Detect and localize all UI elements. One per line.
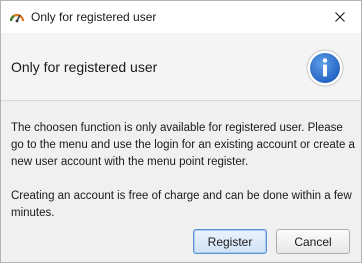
- message-paragraph: The choosen function is only available f…: [11, 122, 355, 168]
- dialog-heading: Only for registered user: [11, 59, 158, 75]
- message-text: The choosen function is only available f…: [11, 120, 356, 222]
- cancel-button[interactable]: Cancel: [276, 229, 350, 254]
- dialog-body: The choosen function is only available f…: [1, 102, 361, 262]
- window-title: Only for registered user: [31, 10, 157, 24]
- close-button[interactable]: [325, 1, 355, 33]
- title-bar[interactable]: Only for registered user: [1, 1, 361, 33]
- info-icon: [306, 49, 344, 87]
- register-button[interactable]: Register: [193, 229, 267, 254]
- dialog-window: Only for registered user Only for regist…: [0, 0, 362, 263]
- gauge-icon: [9, 10, 25, 24]
- message-paragraph: Creating an account is free of charge an…: [11, 190, 352, 219]
- close-icon: [335, 12, 345, 22]
